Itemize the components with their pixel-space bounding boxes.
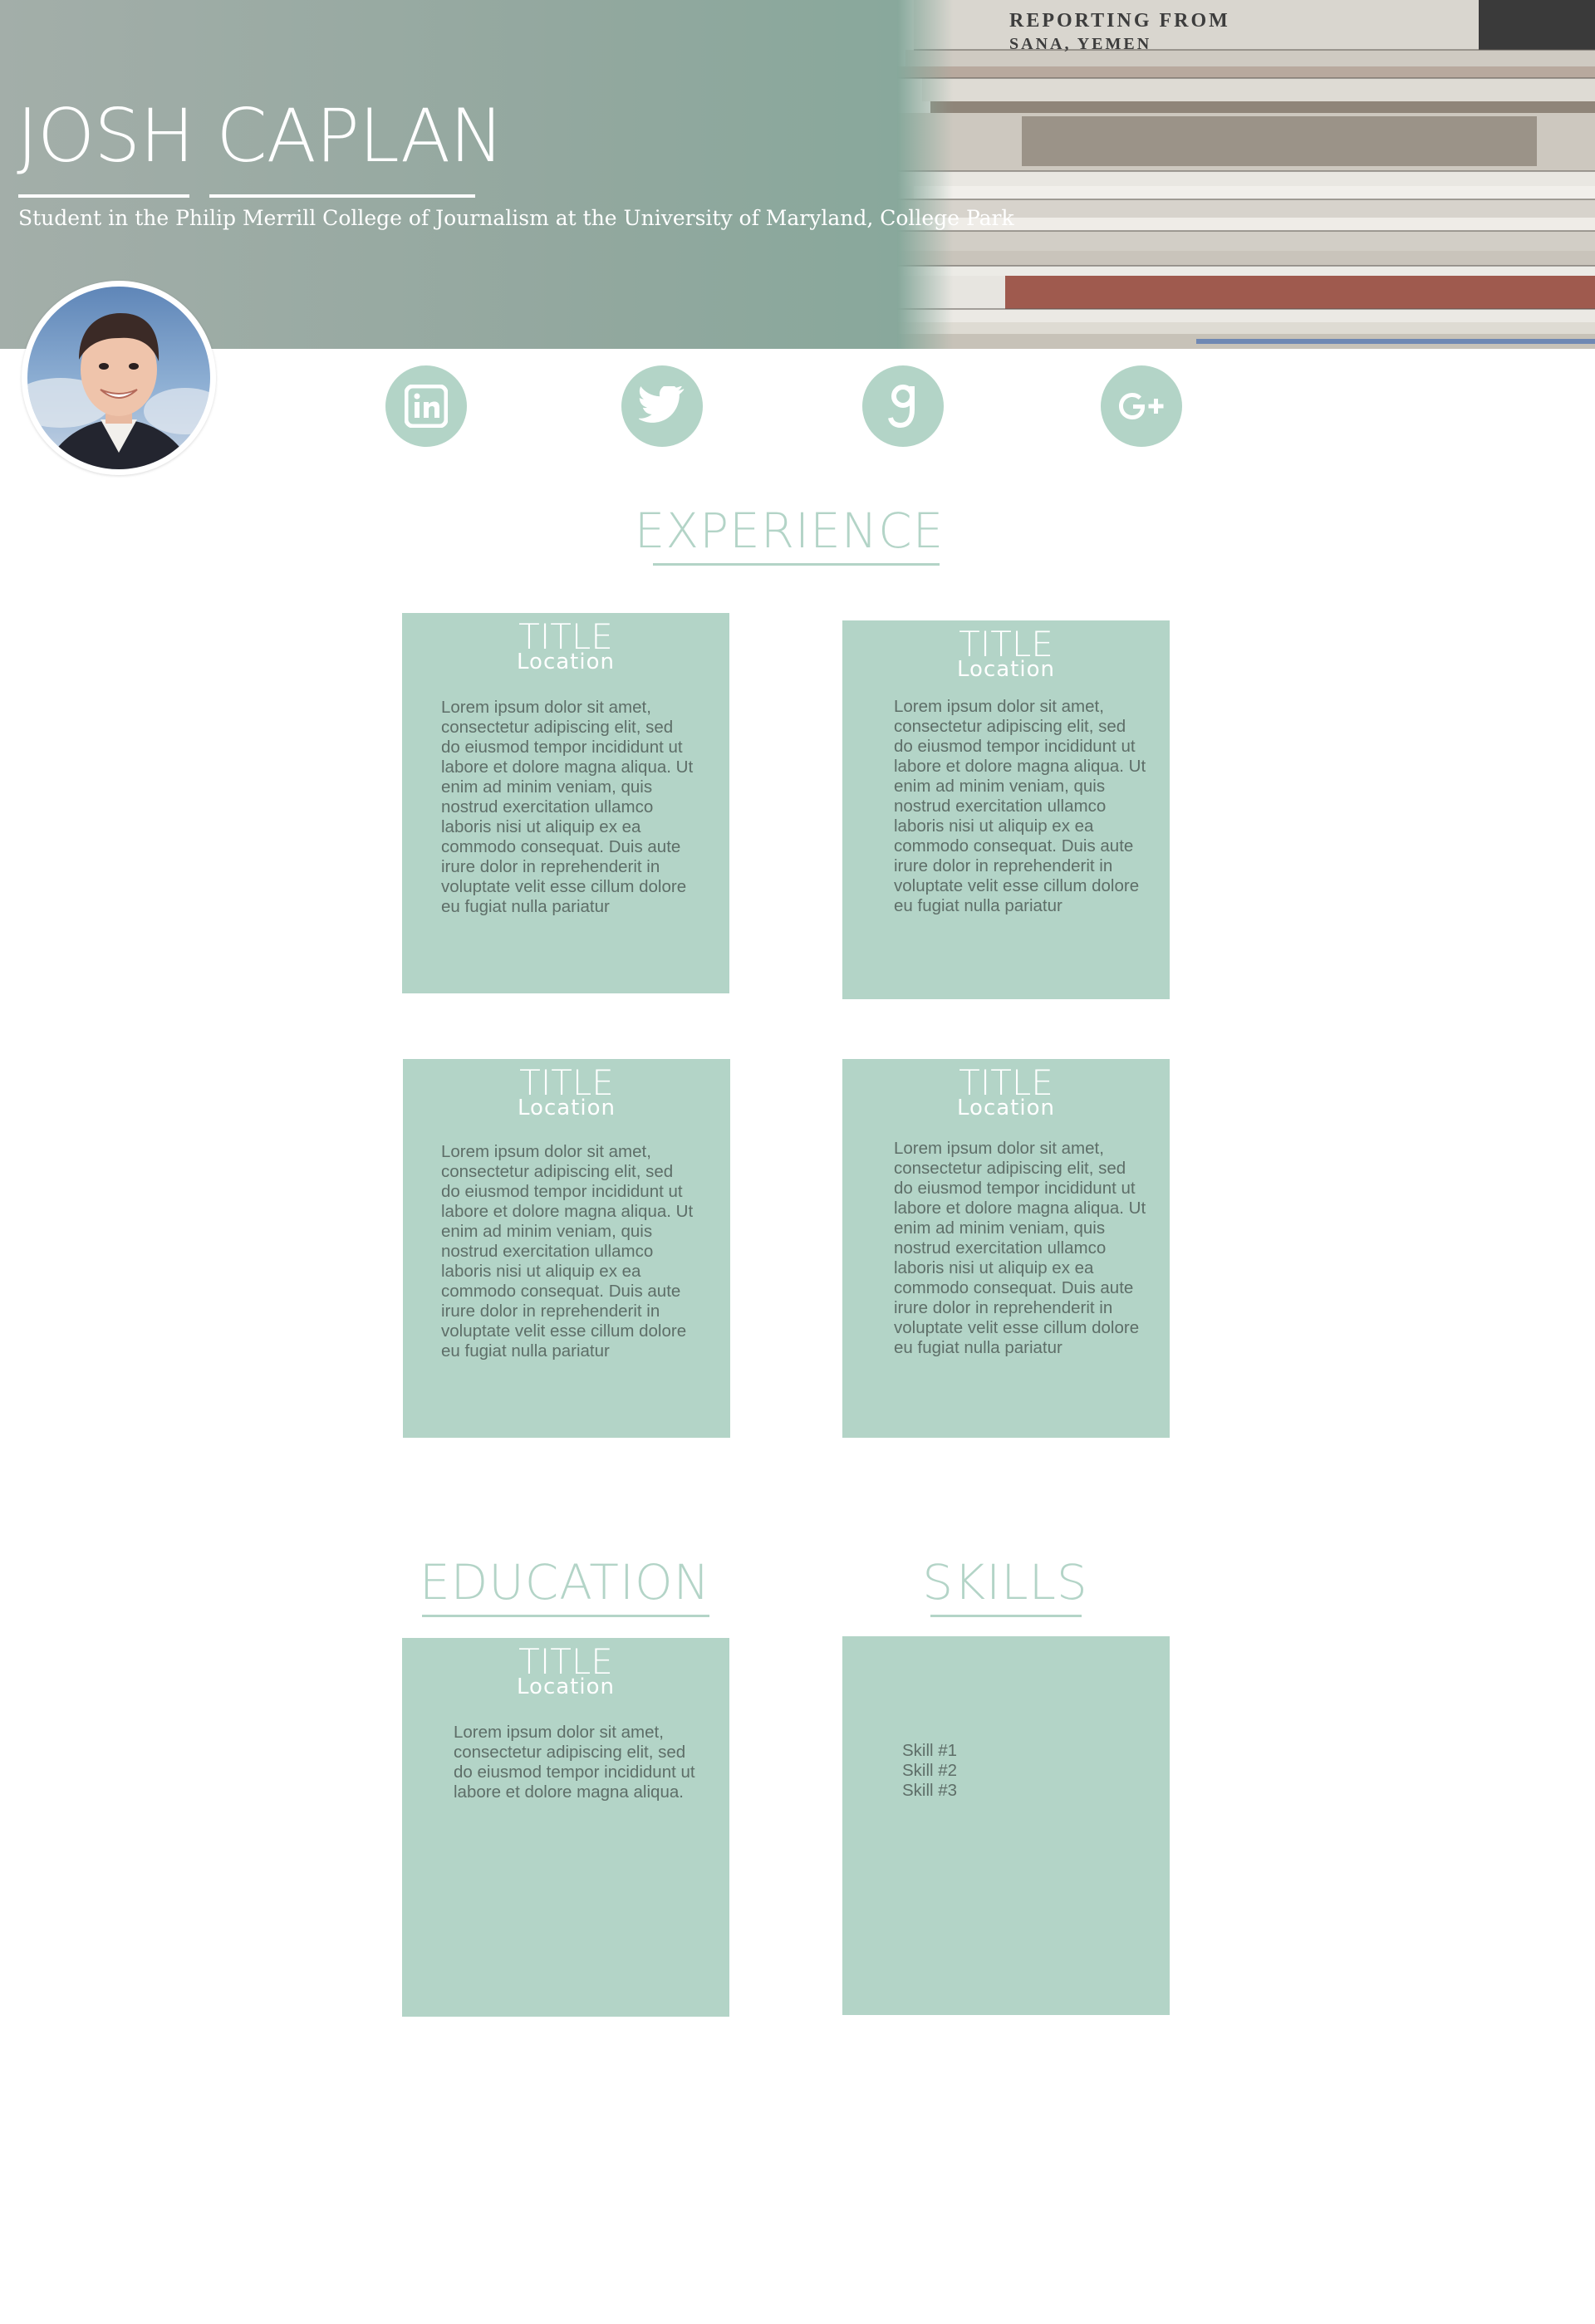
card-body: Lorem ipsum dolor sit amet, consectetur … <box>894 1139 1146 1357</box>
experience-card: TITLE Location Lorem ipsum dolor sit ame… <box>403 1059 730 1438</box>
google-plus-button[interactable] <box>1101 365 1182 447</box>
experience-heading: EXPERIENCE <box>634 503 945 559</box>
skill-item: Skill #3 <box>902 1781 958 1800</box>
name-underline <box>18 194 189 198</box>
education-heading-underline <box>422 1615 709 1617</box>
page-subtitle: Student in the Philip Merrill College of… <box>18 206 1014 230</box>
skills-heading: SKILLS <box>922 1554 1088 1611</box>
twitter-icon <box>639 386 685 423</box>
goodreads-icon <box>888 385 915 429</box>
card-location: Location <box>957 657 1055 682</box>
skills-heading-underline <box>930 1615 1082 1617</box>
name-underline <box>209 194 475 198</box>
avatar-photo <box>27 287 210 469</box>
avatar <box>22 281 216 475</box>
card-body: Lorem ipsum dolor sit amet, consectetur … <box>441 698 694 916</box>
experience-heading-underline <box>653 563 940 566</box>
skills-list: Skill #1 Skill #2 Skill #3 <box>902 1741 957 1801</box>
card-location: Location <box>517 650 615 674</box>
skills-card: Skill #1 Skill #2 Skill #3 <box>842 1636 1170 2015</box>
newspaper-headline-2: SANA, YEMEN <box>1009 35 1152 53</box>
google-plus-icon <box>1119 393 1164 419</box>
goodreads-button[interactable] <box>862 365 944 447</box>
card-body: Lorem ipsum dolor sit amet, consectetur … <box>454 1723 695 1802</box>
card-body: Lorem ipsum dolor sit amet, consectetur … <box>441 1142 694 1361</box>
linkedin-icon <box>405 385 448 428</box>
card-location: Location <box>518 1096 616 1120</box>
education-card: TITLE Location Lorem ipsum dolor sit ame… <box>402 1638 729 2017</box>
newspaper-stack-image: REPORTING FROM SANA, YEMEN <box>897 0 1595 349</box>
card-location: Location <box>517 1674 615 1699</box>
linkedin-button[interactable] <box>385 365 467 447</box>
education-heading: EDUCATION <box>419 1554 710 1611</box>
experience-card: TITLE Location Lorem ipsum dolor sit ame… <box>842 620 1170 999</box>
page-title: JOSH CAPLAN <box>17 93 504 179</box>
twitter-button[interactable] <box>621 365 703 447</box>
experience-card: TITLE Location Lorem ipsum dolor sit ame… <box>402 613 729 993</box>
newspaper-headline-1: REPORTING FROM <box>1009 10 1230 32</box>
skill-item: Skill #2 <box>902 1761 958 1780</box>
experience-card: TITLE Location Lorem ipsum dolor sit ame… <box>842 1059 1170 1438</box>
skill-item: Skill #1 <box>902 1741 958 1760</box>
card-location: Location <box>957 1096 1055 1120</box>
card-body: Lorem ipsum dolor sit amet, consectetur … <box>894 697 1146 915</box>
